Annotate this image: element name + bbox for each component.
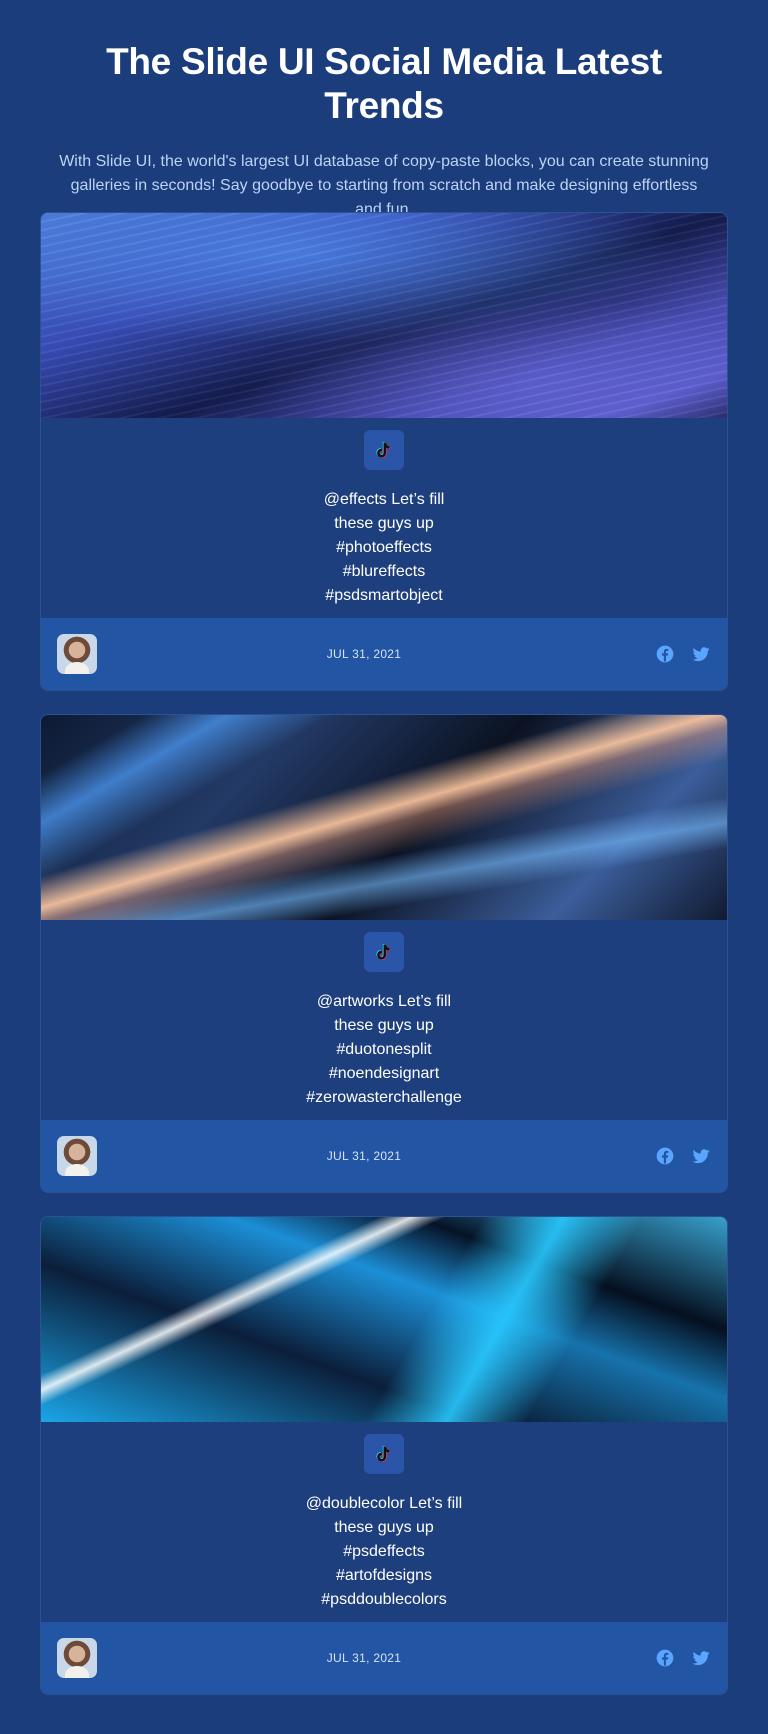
post-card: @effects Let’s fill these guys up #photo…	[40, 212, 728, 691]
post-body: @effects Let’s fill these guys up #photo…	[41, 418, 727, 618]
tiktok-icon	[376, 1446, 391, 1462]
facebook-icon[interactable]	[655, 1146, 675, 1166]
hashtag[interactable]: #photoeffects	[41, 536, 727, 560]
caption-line: @artworks Let’s fill	[316, 993, 452, 1010]
avatar[interactable]	[57, 1638, 97, 1678]
hashtag[interactable]: #duotonesplit	[41, 1038, 727, 1062]
tiktok-badge[interactable]	[364, 1434, 404, 1474]
caption-line: these guys up	[334, 1017, 434, 1034]
post-footer: JUL 31, 2021	[41, 618, 727, 690]
facebook-icon[interactable]	[655, 644, 675, 664]
share-links	[655, 644, 711, 664]
tiktok-icon	[376, 944, 391, 960]
facebook-icon[interactable]	[655, 1648, 675, 1668]
twitter-icon[interactable]	[691, 1146, 711, 1166]
caption-line: these guys up	[334, 1519, 434, 1536]
post-image[interactable]	[41, 213, 727, 418]
caption-line: @effects Let’s fill	[323, 491, 445, 508]
hashtag[interactable]: #artofdesigns	[41, 1564, 727, 1588]
tiktok-badge[interactable]	[364, 932, 404, 972]
caption-line: these guys up	[334, 515, 434, 532]
hashtag[interactable]: #psddoublecolors	[41, 1588, 727, 1612]
post-image[interactable]	[41, 1217, 727, 1422]
post-date: JUL 31, 2021	[326, 1651, 402, 1665]
post-date: JUL 31, 2021	[326, 647, 402, 661]
page: The Slide UI Social Media Latest Trends …	[0, 0, 768, 1734]
page-title: The Slide UI Social Media Latest Trends	[106, 41, 662, 126]
post-image[interactable]	[41, 715, 727, 920]
page-header: The Slide UI Social Media Latest Trends …	[0, 40, 768, 222]
hashtag[interactable]: #blureffects	[41, 560, 727, 584]
post-date: JUL 31, 2021	[326, 1149, 402, 1163]
post-caption: @artworks Let’s fill these guys up #duot…	[41, 990, 727, 1110]
post-footer: JUL 31, 2021	[41, 1120, 727, 1192]
post-card: @artworks Let’s fill these guys up #duot…	[40, 714, 728, 1193]
tiktok-icon	[376, 442, 391, 458]
caption-line: @doublecolor Let’s fill	[305, 1495, 463, 1512]
hashtag[interactable]: #noendesignart	[41, 1062, 727, 1086]
twitter-icon[interactable]	[691, 644, 711, 664]
post-caption: @effects Let’s fill these guys up #photo…	[41, 488, 727, 608]
avatar[interactable]	[57, 1136, 97, 1176]
post-body: @artworks Let’s fill these guys up #duot…	[41, 920, 727, 1120]
post-caption: @doublecolor Let’s fill these guys up #p…	[41, 1492, 727, 1612]
hashtag[interactable]: #zerowasterchallenge	[41, 1086, 727, 1110]
share-links	[655, 1146, 711, 1166]
hashtag[interactable]: #psdeffects	[41, 1540, 727, 1564]
post-card: @doublecolor Let’s fill these guys up #p…	[40, 1216, 728, 1695]
post-footer: JUL 31, 2021	[41, 1622, 727, 1694]
avatar[interactable]	[57, 634, 97, 674]
share-links	[655, 1648, 711, 1668]
hashtag[interactable]: #psdsmartobject	[41, 584, 727, 608]
post-card-list: @effects Let’s fill these guys up #photo…	[40, 212, 728, 1718]
post-body: @doublecolor Let’s fill these guys up #p…	[41, 1422, 727, 1622]
tiktok-badge[interactable]	[364, 430, 404, 470]
twitter-icon[interactable]	[691, 1648, 711, 1668]
